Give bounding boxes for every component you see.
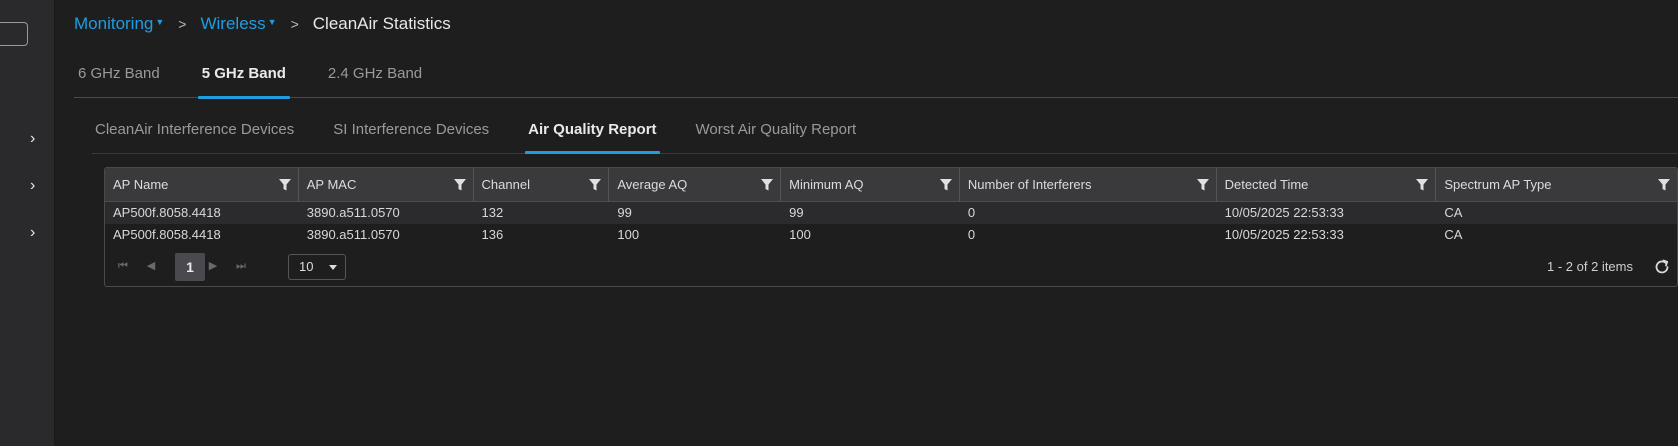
chevron-right-icon[interactable]: › bbox=[30, 131, 44, 147]
column-header-channel[interactable]: Channel bbox=[474, 168, 610, 201]
column-header-label: AP MAC bbox=[306, 177, 357, 192]
cell-channel: 132 bbox=[481, 205, 504, 220]
column-header-label: Channel bbox=[481, 177, 530, 192]
cell-minimum-aq: 100 bbox=[789, 227, 811, 242]
tab-cleanair-interference-devices[interactable]: CleanAir Interference Devices bbox=[92, 121, 297, 151]
tab-si-interference-devices[interactable]: SI Interference Devices bbox=[330, 121, 492, 151]
cell-spectrum-ap-type: CA bbox=[1444, 227, 1463, 242]
column-header-detected-time[interactable]: Detected Time bbox=[1217, 168, 1437, 201]
filter-icon[interactable] bbox=[1196, 178, 1210, 192]
breadcrumb-wireless-label: Wireless bbox=[200, 14, 266, 33]
air-quality-table: AP Name AP MAC Channel Average AQ Minimu… bbox=[104, 167, 1678, 287]
cell-detected-time: 10/05/2025 22:53:33 bbox=[1224, 205, 1344, 220]
cell-spectrum-ap-type: CA bbox=[1444, 205, 1463, 220]
sidebar-search-box[interactable] bbox=[0, 22, 28, 46]
column-header-ap-mac[interactable]: AP MAC bbox=[299, 168, 474, 201]
caret-down-icon: ▼ bbox=[267, 17, 277, 27]
column-header-minimum-aq[interactable]: Minimum AQ bbox=[781, 168, 960, 201]
band-tabs: 6 GHz Band 5 GHz Band 2.4 GHz Band bbox=[74, 65, 1678, 99]
breadcrumb-wireless[interactable]: Wireless ▼ bbox=[200, 14, 276, 34]
tab-6ghz-band[interactable]: 6 GHz Band bbox=[74, 65, 164, 96]
pagination-bar: ⏮ ◀ 1 ▶ ⏭ 10 1 - 2 of 2 items bbox=[105, 251, 1677, 283]
previous-page-icon[interactable]: ◀ bbox=[144, 259, 158, 273]
column-header-spectrum-ap-type[interactable]: Spectrum AP Type bbox=[1436, 168, 1677, 201]
cell-ap-name: AP500f.8058.4418 bbox=[113, 227, 221, 242]
filter-icon[interactable] bbox=[1657, 178, 1671, 192]
tab-air-quality-report[interactable]: Air Quality Report bbox=[525, 121, 660, 154]
filter-icon[interactable] bbox=[1415, 178, 1429, 192]
chevron-right-icon[interactable]: › bbox=[30, 225, 44, 241]
caret-down-icon: ▼ bbox=[155, 17, 165, 27]
table-row[interactable]: AP500f.8058.4418 3890.a511.0570 136 100 … bbox=[105, 224, 1677, 246]
column-header-average-aq[interactable]: Average AQ bbox=[609, 168, 782, 201]
filter-icon[interactable] bbox=[588, 178, 602, 192]
tab-2-4ghz-band[interactable]: 2.4 GHz Band bbox=[324, 65, 426, 96]
column-header-label: Spectrum AP Type bbox=[1444, 177, 1552, 192]
page-title: CleanAir Statistics bbox=[312, 14, 451, 33]
cell-average-aq: 100 bbox=[617, 227, 640, 242]
cell-channel: 136 bbox=[481, 227, 504, 242]
cell-detected-time: 10/05/2025 22:53:33 bbox=[1224, 227, 1344, 242]
breadcrumb: Monitoring ▼ > Wireless ▼ > CleanAir Stati… bbox=[74, 14, 451, 34]
column-header-label: Average AQ bbox=[617, 177, 688, 192]
items-count: 1 - 2 of 2 items bbox=[1547, 259, 1633, 274]
column-header-label: Detected Time bbox=[1224, 177, 1309, 192]
breadcrumb-separator-icon: > bbox=[290, 16, 299, 32]
table-header: AP Name AP MAC Channel Average AQ Minimu… bbox=[105, 168, 1677, 202]
breadcrumb-separator-icon: > bbox=[178, 16, 187, 32]
table-row[interactable]: AP500f.8058.4418 3890.a511.0570 132 99 9… bbox=[105, 202, 1677, 224]
cell-ap-name: AP500f.8058.4418 bbox=[113, 205, 221, 220]
cell-minimum-aq: 99 bbox=[789, 205, 804, 220]
column-header-label: Number of Interferers bbox=[967, 177, 1092, 192]
cell-ap-mac: 3890.a511.0570 bbox=[306, 205, 400, 220]
page-size-value: 10 bbox=[299, 259, 314, 274]
main-content: Monitoring ▼ > Wireless ▼ > CleanAir Stati… bbox=[55, 0, 1678, 446]
breadcrumb-monitoring-label: Monitoring bbox=[74, 14, 154, 33]
filter-icon[interactable] bbox=[939, 178, 953, 192]
page-size-select[interactable]: 10 bbox=[288, 254, 346, 280]
tab-worst-air-quality-report[interactable]: Worst Air Quality Report bbox=[693, 121, 860, 151]
refresh-icon[interactable] bbox=[1653, 258, 1671, 276]
column-header-ap-name[interactable]: AP Name bbox=[105, 168, 299, 201]
caret-down-icon bbox=[329, 265, 337, 270]
report-tabs: CleanAir Interference Devices SI Interfe… bbox=[92, 121, 1678, 154]
tab-5ghz-band[interactable]: 5 GHz Band bbox=[197, 65, 291, 99]
breadcrumb-monitoring[interactable]: Monitoring ▼ bbox=[74, 14, 164, 34]
chevron-right-icon[interactable]: › bbox=[30, 178, 44, 194]
filter-icon[interactable] bbox=[453, 178, 467, 192]
filter-icon[interactable] bbox=[278, 178, 292, 192]
current-page-button[interactable]: 1 bbox=[175, 253, 205, 281]
cell-ap-mac: 3890.a511.0570 bbox=[306, 227, 400, 242]
filter-icon[interactable] bbox=[760, 178, 774, 192]
column-header-number-of-interferers[interactable]: Number of Interferers bbox=[960, 168, 1217, 201]
column-header-label: AP Name bbox=[113, 177, 169, 192]
cell-average-aq: 99 bbox=[617, 205, 632, 220]
next-page-icon[interactable]: ▶ bbox=[206, 259, 220, 273]
column-header-label: Minimum AQ bbox=[789, 177, 864, 192]
last-page-icon[interactable]: ⏭ bbox=[234, 259, 248, 273]
cell-number-of-interferers: 0 bbox=[967, 227, 976, 242]
cell-number-of-interferers: 0 bbox=[967, 205, 976, 220]
left-sidebar: › › › bbox=[0, 0, 55, 446]
first-page-icon[interactable]: ⏮ bbox=[116, 259, 130, 273]
